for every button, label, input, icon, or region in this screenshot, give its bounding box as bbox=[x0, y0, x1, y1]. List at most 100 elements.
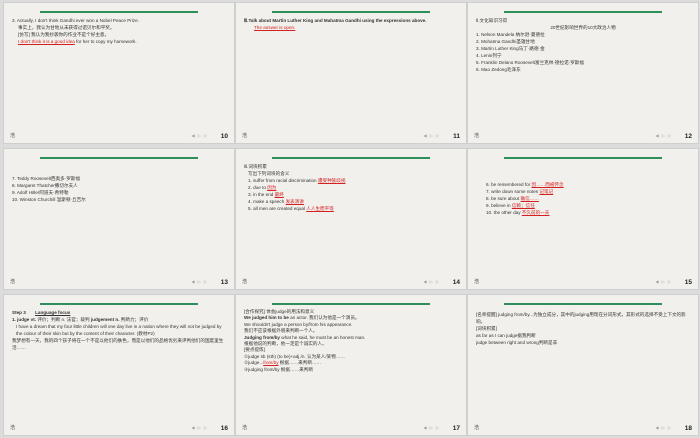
slide-number: 11 bbox=[453, 133, 460, 140]
step-label: Step 3 bbox=[12, 310, 26, 315]
nav-arrows[interactable]: ◀ ▷ ▷ bbox=[656, 279, 672, 284]
slide-content: Ⅱ.文化知识习得 20世纪影响世界的10大政治人物 1. Nelson Mand… bbox=[476, 17, 690, 129]
item-text: be remembered for bbox=[491, 182, 531, 187]
accent-bar bbox=[504, 303, 662, 305]
text-line: Ⅲ.词块积累 bbox=[244, 164, 267, 169]
logo: 浩 bbox=[242, 425, 248, 431]
accent-bar bbox=[40, 11, 198, 13]
nav-arrows[interactable]: ◀ ▷ ▷ bbox=[192, 279, 208, 284]
slide-content: Ⅲ.Talk about Martin Luther King and Maha… bbox=[244, 17, 458, 129]
list-item: 8. be sure about 确信…… bbox=[476, 195, 690, 202]
answer-text: 确信…… bbox=[520, 196, 539, 201]
item-number: 6. bbox=[486, 182, 490, 187]
slide-thumbnail-16[interactable]: Step 3 Language focus 1. judge vt. 评价；判断… bbox=[4, 295, 234, 435]
text-line: 写出下列词块的含义 bbox=[248, 171, 290, 176]
nav-arrows[interactable]: ◀ ▷ ▷ bbox=[192, 133, 208, 138]
list-item: 7. Teddy Roosevelt西奥多·罗斯福 bbox=[12, 176, 81, 181]
paragraph: [名师提醒] judging from/by...为独立成分，其中的judgin… bbox=[476, 312, 686, 324]
slide-thumbnail-12[interactable]: Ⅱ.文化知识习得 20世纪影响世界的10大政治人物 1. Nelson Mand… bbox=[468, 3, 698, 143]
text-line: 3. Actually, I don't think Gandhi ever w… bbox=[12, 18, 139, 23]
paragraph: I have a dream that my four little child… bbox=[16, 324, 222, 336]
slide-content: 6. be remembered for 因……而被怀念 7. write do… bbox=[476, 181, 690, 275]
item-text: be sure about bbox=[491, 196, 520, 201]
text-fragment: We shouldn't judge a person by/from bbox=[244, 321, 319, 327]
accent-bar bbox=[40, 303, 198, 305]
slide-thumbnail-18[interactable]: [名师提醒] judging from/by...为独立成分，其中的judgin… bbox=[468, 295, 698, 435]
entry-word: 1. judge vt. bbox=[12, 317, 36, 322]
slide-thumbnail-10[interactable]: 3. Actually, I don't think Gandhi ever w… bbox=[4, 3, 234, 143]
slide-content: 7. Teddy Roosevelt西奥多·罗斯福 8. Margaret Th… bbox=[12, 175, 226, 275]
answer-text: 发表演讲 bbox=[285, 199, 304, 204]
accent-bar bbox=[504, 11, 662, 13]
text-fragment: ②judge... bbox=[244, 360, 264, 366]
list-item: 1. Nelson Mandela 纳尔逊·曼德拉 bbox=[476, 32, 545, 37]
logo: 浩 bbox=[242, 133, 248, 139]
item-text: believe in bbox=[491, 203, 511, 208]
logo: 浩 bbox=[474, 279, 480, 285]
text-fragment: an actor. 我们认为他是一个演员。 bbox=[288, 315, 360, 321]
list-item: 4. make a speech 发表演讲 bbox=[244, 198, 458, 205]
answer-text: 记笔记 bbox=[539, 189, 554, 194]
list-item: 6. Mao Zedong毛泽东 bbox=[476, 67, 521, 72]
text-line: The answer is open. bbox=[244, 24, 458, 31]
list-item: 10. the other day 不久前的一天 bbox=[476, 209, 690, 216]
slide-number: 15 bbox=[684, 279, 692, 286]
nav-arrows[interactable]: ◀ ▷ ▷ bbox=[192, 425, 208, 430]
slide-content: [合作探究] 体会judge的用法和意义 We judged him to be… bbox=[244, 309, 458, 421]
text-line: ③judging from/by 根据……来判断 bbox=[244, 366, 313, 372]
text-line: Ⅱ.文化知识习得 bbox=[476, 18, 508, 23]
logo: 浩 bbox=[10, 425, 16, 431]
list-item: 5. Franklin Delano Roosevelt富兰克林·德拉诺·罗斯福 bbox=[476, 60, 584, 65]
nav-arrows[interactable]: ◀ ▷ ▷ bbox=[424, 425, 440, 430]
answer-text: 人人生而平等 bbox=[306, 206, 334, 211]
answer-text: from/by bbox=[263, 360, 279, 366]
accent-bar bbox=[272, 157, 430, 159]
slide-thumbnail-14[interactable]: Ⅲ.词块积累 写出下列词块的含义 1. suffer from racial d… bbox=[236, 149, 466, 289]
accent-bar bbox=[272, 11, 430, 13]
text-line: judge between right and wrong判断是非 bbox=[476, 340, 558, 345]
entry-meaning: 评价；判断 n. 法官；裁判 bbox=[37, 317, 90, 322]
slide-content: [名师提醒] judging from/by...为独立成分，其中的judgin… bbox=[476, 311, 690, 421]
slide-thumbnail-17[interactable]: [合作探究] 体会judge的用法和意义 We judged him to be… bbox=[236, 295, 466, 435]
item-text: write down some notes bbox=[491, 189, 539, 194]
nav-arrows[interactable]: ◀ ▷ ▷ bbox=[656, 425, 672, 430]
nav-arrows[interactable]: ◀ ▷ ▷ bbox=[424, 279, 440, 284]
slide-number: 16 bbox=[220, 425, 228, 432]
item-number: 3. bbox=[248, 192, 252, 197]
slide-number: 10 bbox=[220, 133, 228, 140]
slide-thumbnail-15[interactable]: 6. be remembered for 因……而被怀念 7. write do… bbox=[468, 149, 698, 289]
list-item: 4. Lenin列宁 bbox=[476, 53, 502, 58]
answer-text: 最终 bbox=[274, 192, 284, 197]
answer-text: 因……而被怀念 bbox=[531, 182, 564, 187]
list-item: 9. Adolf Hitler阿道夫·希特勒 bbox=[12, 190, 69, 195]
nav-arrows[interactable]: ◀ ▷ ▷ bbox=[424, 133, 440, 138]
logo: 浩 bbox=[474, 425, 480, 431]
list-item: 3. Martin Luther King马丁·路德·金 bbox=[476, 46, 545, 51]
slide-thumbnail-11[interactable]: Ⅲ.Talk about Martin Luther King and Maha… bbox=[236, 3, 466, 143]
list-item: 7. write down some notes 记笔记 bbox=[476, 188, 690, 195]
answer-text: 不久前的一天 bbox=[521, 210, 550, 215]
list-item: 1. suffer from racial discrimination 遭受种… bbox=[244, 177, 458, 184]
item-text: the other day bbox=[493, 210, 521, 215]
text-fragment: his appearance. bbox=[318, 321, 353, 327]
logo: 浩 bbox=[242, 279, 248, 285]
list-item: 2. Mohatma Gandhi圣雄甘地 bbox=[476, 39, 535, 44]
entry-meaning: 判断力；评价 bbox=[120, 317, 149, 322]
answer-text: 遭受种族歧视 bbox=[317, 178, 346, 183]
accent-bar bbox=[504, 157, 662, 159]
slide-thumbnail-13[interactable]: 7. Teddy Roosevelt西奥多·罗斯福 8. Margaret Th… bbox=[4, 149, 234, 289]
item-text: all men are created equal bbox=[253, 206, 305, 211]
slide-content: Step 3 Language focus 1. judge vt. 评价；判断… bbox=[12, 309, 226, 421]
text-fragment: what he said, he must be an honest man. bbox=[279, 334, 366, 340]
list-item: 6. be remembered for 因……而被怀念 bbox=[476, 181, 690, 188]
item-number: 2. bbox=[248, 185, 252, 190]
answer-text: 信赖；信任 bbox=[511, 203, 535, 208]
text-fragment: 根据……来判断…… bbox=[278, 360, 322, 366]
text-fragment: for her to copy my homework. bbox=[76, 39, 137, 44]
section-title: Language focus bbox=[35, 310, 71, 315]
item-number: 1. bbox=[248, 178, 252, 183]
list-item: 3. in the end 最终 bbox=[244, 191, 458, 198]
nav-arrows[interactable]: ◀ ▷ ▷ bbox=[656, 133, 672, 138]
slide-number: 18 bbox=[684, 425, 692, 432]
item-text: in the end bbox=[253, 192, 274, 197]
